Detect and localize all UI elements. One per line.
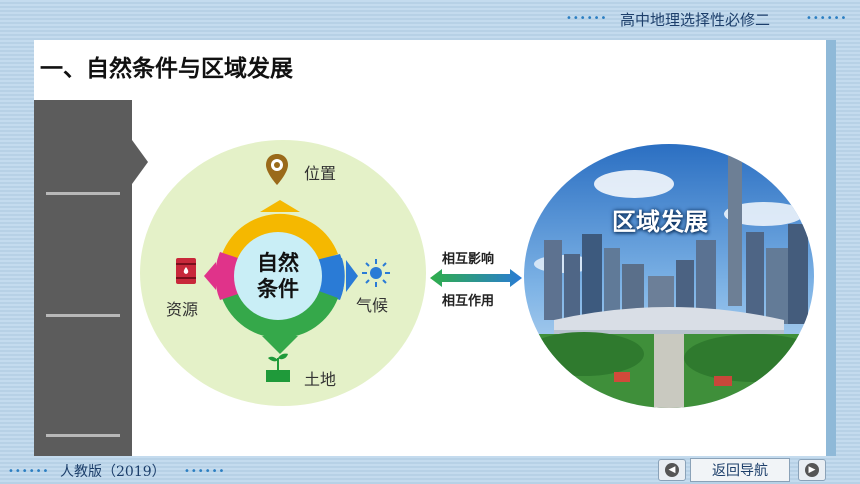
footer-dots-right: •••••• <box>184 466 226 477</box>
slide-title: 一、自然条件与区域发展 <box>40 56 293 82</box>
factor-climate-label: 气候 <box>356 296 389 315</box>
panel-divider <box>46 314 120 317</box>
city-photo <box>524 144 814 408</box>
barrel-icon <box>176 258 196 284</box>
publisher-label: 人教版（2019） <box>60 464 166 480</box>
sun-icon <box>362 259 390 287</box>
next-button[interactable]: ▶ <box>798 459 826 481</box>
prev-button[interactable]: ◀ <box>658 459 686 481</box>
back-to-navigation-button[interactable]: 返回导航 <box>690 458 790 482</box>
segment-left-arrow <box>204 262 216 290</box>
arrow-label-interaction: 相互作用 <box>442 294 495 309</box>
arrow-label-influence: 相互影响 <box>442 252 495 267</box>
city-skyline-image <box>524 144 814 408</box>
location-pin-icon <box>266 154 288 185</box>
panel-divider <box>46 434 120 437</box>
factor-land-label: 土地 <box>304 370 337 389</box>
next-arrow-icon: ▶ <box>805 463 819 477</box>
header-bar: •••••• 高中地理选择性必修二 •••••• <box>0 0 860 36</box>
left-side-panel <box>34 100 132 456</box>
double-arrow <box>430 269 522 287</box>
slide-edge-strip <box>826 40 836 456</box>
panel-divider <box>46 192 120 195</box>
panel-pointer <box>132 140 148 184</box>
region-development-label: 区域发展 <box>612 208 708 236</box>
center-label-line1: 自然 <box>257 251 299 275</box>
prev-arrow-icon: ◀ <box>665 463 679 477</box>
header-dots-left: •••••• <box>566 13 608 24</box>
segment-top-arrow <box>260 200 300 212</box>
center-label: 自然 条件 <box>234 232 322 320</box>
segment-right-arrow <box>346 260 358 292</box>
sprout-icon <box>266 353 290 382</box>
footer-dots-left: •••••• <box>8 466 50 477</box>
factor-location-label: 位置 <box>304 164 337 183</box>
header-dots-right: •••••• <box>806 13 848 24</box>
course-title: 高中地理选择性必修二 <box>620 11 771 29</box>
factor-resources-label: 资源 <box>166 300 199 319</box>
center-label-line2: 条件 <box>257 277 299 301</box>
